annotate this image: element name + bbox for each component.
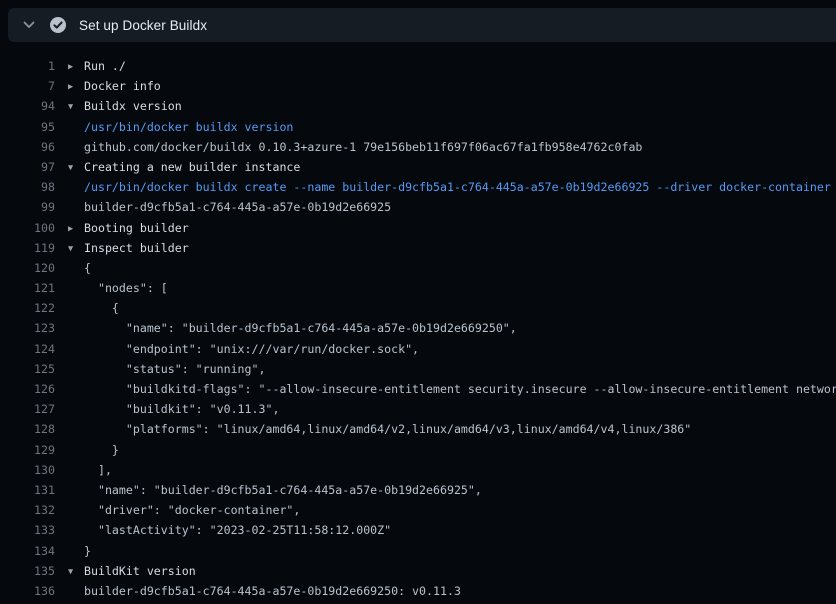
line-number[interactable]: 133 bbox=[0, 520, 55, 540]
line-number[interactable]: 134 bbox=[0, 541, 55, 561]
output-text: "platforms": "linux/amd64,linux/amd64/v2… bbox=[84, 422, 691, 436]
log-line-row: 127 "buildkit": "v0.11.3", bbox=[0, 399, 836, 419]
step-title: Set up Docker Buildx bbox=[79, 18, 207, 33]
line-number[interactable]: 119 bbox=[0, 238, 55, 258]
actions-log-viewer: { "header": { "title": "Set up Docker Bu… bbox=[0, 0, 836, 604]
log-group-row[interactable]: 94▼Buildx version bbox=[0, 96, 836, 116]
output-text: builder-d9cfb5a1-c764-445a-a57e-0b19d2e6… bbox=[84, 200, 391, 214]
log-line-row: 99 builder-d9cfb5a1-c764-445a-a57e-0b19d2… bbox=[0, 197, 836, 217]
line-number[interactable]: 131 bbox=[0, 480, 55, 500]
group-title: Creating a new builder instance bbox=[84, 160, 300, 174]
log-line-row: 96 github.com/docker/buildx 0.10.3+azure-… bbox=[0, 137, 836, 157]
line-number[interactable]: 121 bbox=[0, 278, 55, 298]
line-number[interactable]: 94 bbox=[0, 96, 55, 116]
output-text: builder-d9cfb5a1-c764-445a-a57e-0b19d2e6… bbox=[84, 584, 461, 598]
log-line-row: 126 "buildkitd-flags": "--allow-insecure… bbox=[0, 379, 836, 399]
line-number[interactable]: 129 bbox=[0, 440, 55, 460]
log-line-row: 124 "endpoint": "unix:///var/run/docker.… bbox=[0, 339, 836, 359]
output-text: "lastActivity": "2023-02-25T11:58:12.000… bbox=[84, 523, 391, 537]
line-number[interactable]: 1 bbox=[0, 56, 55, 76]
line-number[interactable]: 120 bbox=[0, 258, 55, 278]
line-number[interactable]: 123 bbox=[0, 318, 55, 338]
line-number[interactable]: 126 bbox=[0, 379, 55, 399]
line-number[interactable]: 125 bbox=[0, 359, 55, 379]
triangle-down-icon[interactable]: ▼ bbox=[55, 562, 84, 582]
line-number[interactable]: 135 bbox=[0, 561, 55, 581]
output-text: } bbox=[84, 443, 119, 457]
output-text: { bbox=[84, 301, 119, 315]
line-number[interactable]: 7 bbox=[0, 76, 55, 96]
line-number[interactable]: 98 bbox=[0, 177, 55, 197]
log-line-row: 122 { bbox=[0, 298, 836, 318]
output-text: "driver": "docker-container", bbox=[84, 503, 300, 517]
output-text: "buildkit": "v0.11.3", bbox=[84, 402, 279, 416]
line-number[interactable]: 136 bbox=[0, 581, 55, 601]
group-title: BuildKit version bbox=[84, 564, 196, 578]
line-number[interactable]: 95 bbox=[0, 117, 55, 137]
output-text: "endpoint": "unix:///var/run/docker.sock… bbox=[84, 342, 419, 356]
log-line-row: 130 ], bbox=[0, 460, 836, 480]
log-group-row[interactable]: 135▼BuildKit version bbox=[0, 561, 836, 581]
command-text: /usr/bin/docker buildx create --name bui… bbox=[84, 180, 831, 194]
log-group-row[interactable]: 97▼Creating a new builder instance bbox=[0, 157, 836, 177]
output-text: github.com/docker/buildx 0.10.3+azure-1 … bbox=[84, 140, 642, 154]
group-title: Run ./ bbox=[84, 59, 126, 73]
log-line-row: 123 "name": "builder-d9cfb5a1-c764-445a-… bbox=[0, 318, 836, 338]
check-circle-icon bbox=[49, 16, 67, 34]
log-line-row: 95/usr/bin/docker buildx version bbox=[0, 117, 836, 137]
line-number[interactable]: 99 bbox=[0, 197, 55, 217]
triangle-down-icon[interactable]: ▼ bbox=[55, 97, 84, 117]
group-title: Docker info bbox=[84, 79, 161, 93]
output-text: ], bbox=[84, 463, 112, 477]
group-title: Buildx version bbox=[84, 99, 182, 113]
output-text: { bbox=[84, 261, 91, 275]
step-header[interactable]: Set up Docker Buildx bbox=[8, 8, 836, 42]
log-line-row: 120 { bbox=[0, 258, 836, 278]
triangle-down-icon[interactable]: ▼ bbox=[55, 158, 84, 178]
log-line-row: 129 } bbox=[0, 440, 836, 460]
log-line-row: 98/usr/bin/docker buildx create --name b… bbox=[0, 177, 836, 197]
log-group-row[interactable]: 7▶Docker info bbox=[0, 76, 836, 96]
triangle-right-icon[interactable]: ▶ bbox=[55, 219, 84, 239]
log-line-row: 121 "nodes": [ bbox=[0, 278, 836, 298]
chevron-down-icon[interactable] bbox=[22, 18, 36, 32]
output-text: "status": "running", bbox=[84, 362, 265, 376]
output-text: "buildkitd-flags": "--allow-insecure-ent… bbox=[84, 382, 836, 396]
log-line-row: 136 builder-d9cfb5a1-c764-445a-a57e-0b19d… bbox=[0, 581, 836, 601]
triangle-right-icon[interactable]: ▶ bbox=[55, 57, 84, 77]
line-number[interactable]: 132 bbox=[0, 500, 55, 520]
output-text: } bbox=[84, 544, 91, 558]
log-line-row: 133 "lastActivity": "2023-02-25T11:58:12… bbox=[0, 520, 836, 540]
output-text: "name": "builder-d9cfb5a1-c764-445a-a57e… bbox=[84, 483, 482, 497]
triangle-right-icon[interactable]: ▶ bbox=[55, 77, 84, 97]
log-line-row: 131 "name": "builder-d9cfb5a1-c764-445a-… bbox=[0, 480, 836, 500]
line-number[interactable]: 127 bbox=[0, 399, 55, 419]
log-group-row[interactable]: 1▶Run ./ bbox=[0, 56, 836, 76]
group-title: Inspect builder bbox=[84, 241, 189, 255]
line-number[interactable]: 97 bbox=[0, 157, 55, 177]
triangle-down-icon[interactable]: ▼ bbox=[55, 239, 84, 259]
output-text: "name": "builder-d9cfb5a1-c764-445a-a57e… bbox=[84, 321, 517, 335]
log-line-row: 125 "status": "running", bbox=[0, 359, 836, 379]
log-line-row: 134} bbox=[0, 541, 836, 561]
line-number[interactable]: 124 bbox=[0, 339, 55, 359]
log-line-row: 132 "driver": "docker-container", bbox=[0, 500, 836, 520]
log-group-row[interactable]: 100▶Booting builder bbox=[0, 218, 836, 238]
line-number[interactable]: 96 bbox=[0, 137, 55, 157]
line-number[interactable]: 122 bbox=[0, 298, 55, 318]
log-line-row: 128 "platforms": "linux/amd64,linux/amd6… bbox=[0, 419, 836, 439]
line-number[interactable]: 130 bbox=[0, 460, 55, 480]
command-text: /usr/bin/docker buildx version bbox=[84, 120, 293, 134]
log-area: 1▶Run ./7▶Docker info94▼Buildx version95… bbox=[0, 42, 836, 604]
group-title: Booting builder bbox=[84, 221, 189, 235]
log-group-row[interactable]: 119▼Inspect builder bbox=[0, 238, 836, 258]
line-number[interactable]: 128 bbox=[0, 419, 55, 439]
output-text: "nodes": [ bbox=[84, 281, 168, 295]
line-number[interactable]: 100 bbox=[0, 218, 55, 238]
